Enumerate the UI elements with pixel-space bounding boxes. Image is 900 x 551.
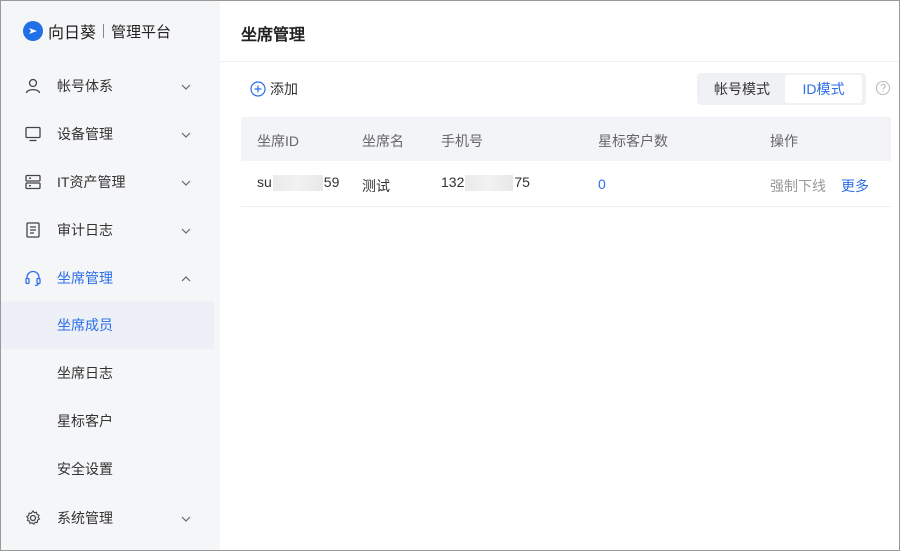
chevron-up-icon <box>181 276 191 282</box>
force-offline-link[interactable]: 强制下线 <box>770 176 826 196</box>
column-header-actions: 操作 <box>770 133 798 149</box>
seat-id-suffix: 59 <box>323 174 340 190</box>
table-header: 坐席ID 坐席名 手机号 星标客户数 操作 <box>241 117 891 161</box>
sidebar-subitem-label: 坐席日志 <box>57 365 113 381</box>
headset-icon <box>25 270 41 287</box>
sidebar-item-audit-log[interactable]: 审计日志 <box>1 206 220 254</box>
sunflower-logo-icon <box>23 21 43 41</box>
sidebar-item-account-system[interactable]: 帐号体系 <box>1 62 220 110</box>
phone-prefix: 132 <box>441 174 465 190</box>
main-content: 坐席管理 添加 帐号模式 ID模式 坐席ID 坐席名 手机号 星标客户数 操作 <box>220 1 899 550</box>
redaction-mask <box>272 175 323 192</box>
server-icon <box>25 174 41 190</box>
sidebar-item-label: 帐号体系 <box>57 78 113 94</box>
add-button[interactable]: 添加 <box>250 79 298 99</box>
id-mode-button[interactable]: ID模式 <box>785 75 862 103</box>
sidebar-item-label: IT资产管理 <box>57 174 126 190</box>
table-row: su 59 测试 132 75 0 强制下线 更多 <box>241 161 891 207</box>
monitor-icon <box>25 126 41 142</box>
sidebar-item-label: 坐席管理 <box>57 270 113 286</box>
sidebar: 向日葵 管理平台 帐号体系 设备管理 IT资产管理 审计日志 坐席管理 坐席成员… <box>1 1 220 550</box>
sidebar-subitem-security-settings[interactable]: 安全设置 <box>1 445 214 493</box>
chevron-down-icon <box>181 228 191 234</box>
chevron-down-icon <box>181 180 191 186</box>
user-icon <box>25 78 41 94</box>
chevron-down-icon <box>181 84 191 90</box>
cell-phone: 132 75 <box>441 174 530 192</box>
page-header: 坐席管理 <box>220 1 899 62</box>
cell-star-count[interactable]: 0 <box>598 176 606 192</box>
sidebar-subitem-label: 坐席成员 <box>57 317 113 333</box>
seat-id-prefix: su <box>257 174 272 190</box>
add-button-label: 添加 <box>270 81 298 97</box>
brand-name: 向日葵 <box>48 25 97 42</box>
more-link[interactable]: 更多 <box>841 176 869 196</box>
help-icon[interactable] <box>875 80 891 96</box>
sidebar-item-it-assets[interactable]: IT资产管理 <box>1 158 220 206</box>
mode-toggle: 帐号模式 ID模式 <box>697 73 866 105</box>
column-header-star-count: 星标客户数 <box>598 133 668 149</box>
sidebar-subitem-label: 星标客户 <box>57 413 113 429</box>
sidebar-item-seat-management[interactable]: 坐席管理 <box>1 254 220 302</box>
account-mode-button[interactable]: 帐号模式 <box>699 75 785 103</box>
brand-subtitle: 管理平台 <box>111 23 172 41</box>
sidebar-subitem-label: 安全设置 <box>57 461 113 477</box>
sidebar-subitem-starred-customers[interactable]: 星标客户 <box>1 397 214 445</box>
gear-icon <box>25 510 41 526</box>
redaction-mask <box>465 175 514 192</box>
sidebar-item-device-management[interactable]: 设备管理 <box>1 110 220 158</box>
sidebar-item-system-management[interactable]: 系统管理 <box>1 494 220 542</box>
column-header-phone: 手机号 <box>441 133 483 149</box>
brand-divider <box>103 24 105 38</box>
document-icon <box>26 222 40 238</box>
column-header-seat-id: 坐席ID <box>257 133 299 149</box>
plus-circle-icon <box>250 81 266 97</box>
page-title: 坐席管理 <box>241 27 306 44</box>
chevron-down-icon <box>181 132 191 138</box>
app-window: 向日葵 管理平台 帐号体系 设备管理 IT资产管理 审计日志 坐席管理 坐席成员… <box>0 0 900 551</box>
sidebar-item-label: 设备管理 <box>57 126 113 142</box>
sidebar-subitem-seat-members[interactable]: 坐席成员 <box>1 301 214 349</box>
seat-table: 坐席ID 坐席名 手机号 星标客户数 操作 su 59 测试 132 75 0 强制… <box>241 117 891 207</box>
column-header-seat-name: 坐席名 <box>362 133 404 149</box>
cell-seat-name: 测试 <box>362 178 390 194</box>
sidebar-item-label: 系统管理 <box>57 510 113 526</box>
phone-suffix: 75 <box>514 174 530 190</box>
chevron-down-icon <box>181 516 191 522</box>
sidebar-subitem-seat-log[interactable]: 坐席日志 <box>1 349 214 397</box>
brand: 向日葵 管理平台 <box>23 19 171 43</box>
cell-seat-id: su 59 <box>257 174 340 192</box>
sidebar-item-label: 审计日志 <box>57 222 113 238</box>
